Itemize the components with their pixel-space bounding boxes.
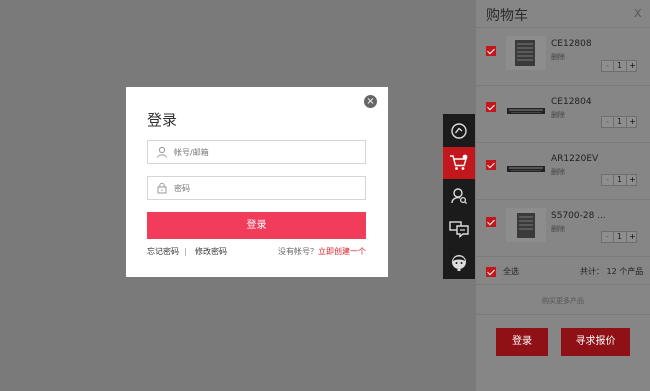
product-image xyxy=(506,36,546,70)
password-field[interactable] xyxy=(147,176,366,200)
item-checkbox[interactable] xyxy=(486,102,496,112)
delete-link[interactable]: 删除 xyxy=(551,52,565,62)
forgot-password-link[interactable]: 忘记密码 xyxy=(147,246,179,258)
quantity-value[interactable]: 1 xyxy=(614,232,625,242)
side-cart-button[interactable] xyxy=(443,147,475,179)
quantity-stepper: - 1 + xyxy=(601,231,637,243)
quantity-stepper: - 1 + xyxy=(601,174,637,186)
quantity-value[interactable]: 1 xyxy=(614,117,625,127)
no-account-text: 没有帐号？ xyxy=(278,247,318,256)
cart-item: CE12804 删除 - 1 + xyxy=(476,86,650,143)
chat-icon xyxy=(449,221,469,238)
cart-item: CE12808 删除 - 1 + xyxy=(476,28,650,85)
product-image xyxy=(506,151,546,185)
delete-link[interactable]: 删除 xyxy=(551,110,565,120)
cart-login-button[interactable]: 登录 xyxy=(496,328,548,356)
increase-button[interactable]: + xyxy=(626,232,638,242)
change-password-link[interactable]: 修改密码 xyxy=(195,246,227,258)
item-checkbox[interactable] xyxy=(486,46,496,56)
increase-button[interactable]: + xyxy=(626,117,638,127)
cart-total: 共计： 12 个产品 xyxy=(580,267,644,276)
account-input[interactable] xyxy=(174,144,359,160)
divider xyxy=(476,256,650,257)
select-all-label: 全选 xyxy=(503,267,519,276)
decrease-button[interactable]: - xyxy=(602,61,614,71)
account-field[interactable] xyxy=(147,140,366,164)
product-name: CE12804 xyxy=(551,97,592,107)
close-icon[interactable]: × xyxy=(364,95,377,108)
side-help-button[interactable] xyxy=(443,115,475,147)
divider xyxy=(476,284,650,285)
delete-link[interactable]: 删除 xyxy=(551,167,565,177)
quantity-value[interactable]: 1 xyxy=(614,175,625,185)
login-title: 登录 xyxy=(147,111,178,129)
divider xyxy=(476,314,650,315)
quantity-stepper: - 1 + xyxy=(601,116,637,128)
increase-button[interactable]: + xyxy=(626,175,638,185)
product-name: CE12808 xyxy=(551,39,592,49)
request-quote-button[interactable]: 寻求报价 xyxy=(561,328,630,356)
increase-button[interactable]: + xyxy=(626,61,638,71)
login-dialog: × 登录 登录 忘记密码 | 修改密码 没有帐号？立即创建一个 xyxy=(126,87,388,277)
item-checkbox[interactable] xyxy=(486,160,496,170)
lock-icon xyxy=(157,182,167,194)
decrease-button[interactable]: - xyxy=(602,175,614,185)
register-link[interactable]: 立即创建一个 xyxy=(318,247,366,256)
side-user-search-button[interactable] xyxy=(443,180,475,212)
item-checkbox[interactable] xyxy=(486,217,496,227)
product-image xyxy=(506,208,546,242)
quantity-value[interactable]: 1 xyxy=(614,61,625,71)
cart-title: 购物车 xyxy=(486,8,528,24)
side-chat-button[interactable] xyxy=(443,213,475,245)
delete-link[interactable]: 删除 xyxy=(551,224,565,234)
help-icon xyxy=(451,123,467,139)
side-toolbar xyxy=(443,114,475,279)
product-name: AR1220EV xyxy=(551,154,599,164)
side-support-button[interactable] xyxy=(443,246,475,278)
password-input[interactable] xyxy=(174,180,359,196)
login-submit-button[interactable]: 登录 xyxy=(147,212,366,239)
product-name: S5700-28 ... xyxy=(551,211,606,221)
login-links: 忘记密码 | 修改密码 没有帐号？立即创建一个 xyxy=(147,246,366,258)
link-separator: | xyxy=(184,247,187,256)
select-all-checkbox[interactable] xyxy=(486,267,496,277)
cart-item: AR1220EV 删除 - 1 + xyxy=(476,143,650,200)
quantity-stepper: - 1 + xyxy=(601,60,637,72)
product-image xyxy=(506,94,546,128)
decrease-button[interactable]: - xyxy=(602,117,614,127)
cart-panel: 购物车 X CE12808 删除 - 1 + CE12804 删除 - 1 + … xyxy=(476,0,650,391)
cart-item: S5700-28 ... 删除 - 1 + xyxy=(476,200,650,257)
buy-more-link[interactable]: 购买更多产品 xyxy=(476,296,650,306)
cart-icon xyxy=(450,154,468,170)
support-avatar-icon xyxy=(452,255,466,271)
decrease-button[interactable]: - xyxy=(602,232,614,242)
cart-close-button[interactable]: X xyxy=(634,7,642,20)
user-search-icon xyxy=(451,188,468,205)
user-icon xyxy=(157,146,167,158)
register-prompt: 没有帐号？立即创建一个 xyxy=(278,246,366,258)
